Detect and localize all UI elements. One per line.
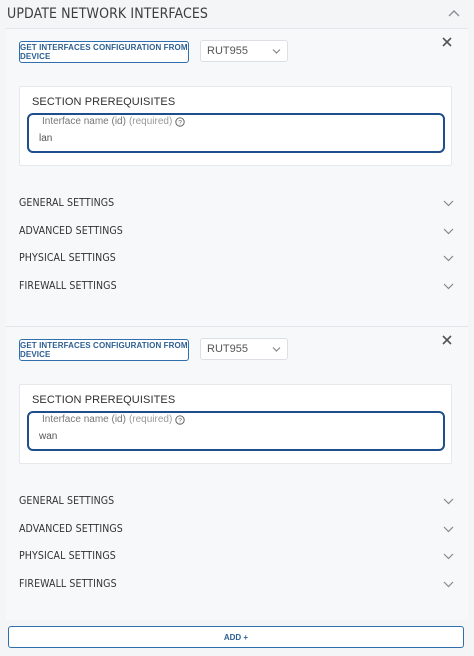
interface-name-value: wan: [39, 431, 58, 442]
required-marker: (required): [128, 414, 173, 425]
chevron-down-icon: [272, 347, 281, 352]
chevron-down-icon: [443, 283, 454, 290]
device-select-value: RUT955: [207, 45, 248, 57]
section-label: GENERAL SETTINGS: [19, 197, 115, 209]
interface-block-lan: GET INTERFACES CONFIGURATION FROM DEVICE…: [6, 28, 468, 326]
section-physical-settings[interactable]: PHYSICAL SETTINGS: [19, 546, 454, 566]
interface-block-wan: GET INTERFACES CONFIGURATION FROM DEVICE…: [6, 326, 468, 620]
interface-name-label: Interface name (id) (required) ?: [42, 116, 185, 127]
section-label: PHYSICAL SETTINGS: [19, 252, 116, 264]
interface-name-field[interactable]: Interface name (id) (required) ? lan: [27, 113, 445, 153]
close-icon[interactable]: [440, 35, 454, 49]
section-label: GENERAL SETTINGS: [19, 495, 115, 507]
svg-text:?: ?: [178, 119, 182, 126]
chevron-down-icon: [443, 581, 454, 588]
chevron-down-icon: [443, 228, 454, 235]
section-label: ADVANCED SETTINGS: [19, 225, 123, 237]
device-select-value: RUT955: [207, 343, 248, 355]
section-label: PHYSICAL SETTINGS: [19, 550, 116, 562]
device-select[interactable]: RUT955: [200, 338, 288, 360]
section-physical-settings[interactable]: PHYSICAL SETTINGS: [19, 248, 454, 268]
field-label-text: Interface name (id): [42, 414, 126, 425]
chevron-down-icon: [443, 526, 454, 533]
section-prerequisites-title: SECTION PREREQUISITES: [32, 96, 176, 108]
svg-text:?: ?: [178, 417, 182, 424]
interface-name-label: Interface name (id) (required) ?: [42, 414, 185, 425]
update-network-interfaces-page: UPDATE NETWORK INTERFACES GET INTERFACES…: [0, 0, 474, 656]
panel-header[interactable]: UPDATE NETWORK INTERFACES: [0, 0, 474, 28]
section-firewall-settings[interactable]: FIREWALL SETTINGS: [19, 574, 454, 594]
section-prerequisites: SECTION PREREQUISITES Interface name (id…: [19, 86, 452, 166]
section-advanced-settings[interactable]: ADVANCED SETTINGS: [19, 519, 454, 539]
required-marker: (required): [128, 116, 173, 127]
chevron-down-icon: [272, 49, 281, 54]
section-label: FIREWALL SETTINGS: [19, 280, 117, 292]
interface-name-value: lan: [39, 133, 53, 144]
section-label: ADVANCED SETTINGS: [19, 523, 123, 535]
section-label: FIREWALL SETTINGS: [19, 578, 117, 590]
chevron-down-icon: [443, 255, 454, 262]
help-icon[interactable]: ?: [175, 414, 185, 425]
device-select[interactable]: RUT955: [200, 40, 288, 62]
section-general-settings[interactable]: GENERAL SETTINGS: [19, 491, 454, 511]
get-interfaces-config-button[interactable]: GET INTERFACES CONFIGURATION FROM DEVICE: [19, 41, 189, 63]
section-general-settings[interactable]: GENERAL SETTINGS: [19, 193, 454, 213]
close-icon[interactable]: [440, 333, 454, 347]
section-prerequisites-title: SECTION PREREQUISITES: [32, 394, 176, 406]
chevron-down-icon: [443, 498, 454, 505]
interface-name-field[interactable]: Interface name (id) (required) ? wan: [27, 411, 445, 451]
chevron-up-icon[interactable]: [448, 8, 460, 18]
add-button[interactable]: ADD +: [8, 626, 464, 648]
section-prerequisites: SECTION PREREQUISITES Interface name (id…: [19, 384, 452, 464]
chevron-down-icon: [443, 200, 454, 207]
section-advanced-settings[interactable]: ADVANCED SETTINGS: [19, 221, 454, 241]
chevron-down-icon: [443, 553, 454, 560]
panel-title: UPDATE NETWORK INTERFACES: [7, 6, 208, 22]
field-label-text: Interface name (id): [42, 116, 126, 127]
get-interfaces-config-button[interactable]: GET INTERFACES CONFIGURATION FROM DEVICE: [19, 339, 189, 361]
section-firewall-settings[interactable]: FIREWALL SETTINGS: [19, 276, 454, 296]
help-icon[interactable]: ?: [175, 116, 185, 127]
